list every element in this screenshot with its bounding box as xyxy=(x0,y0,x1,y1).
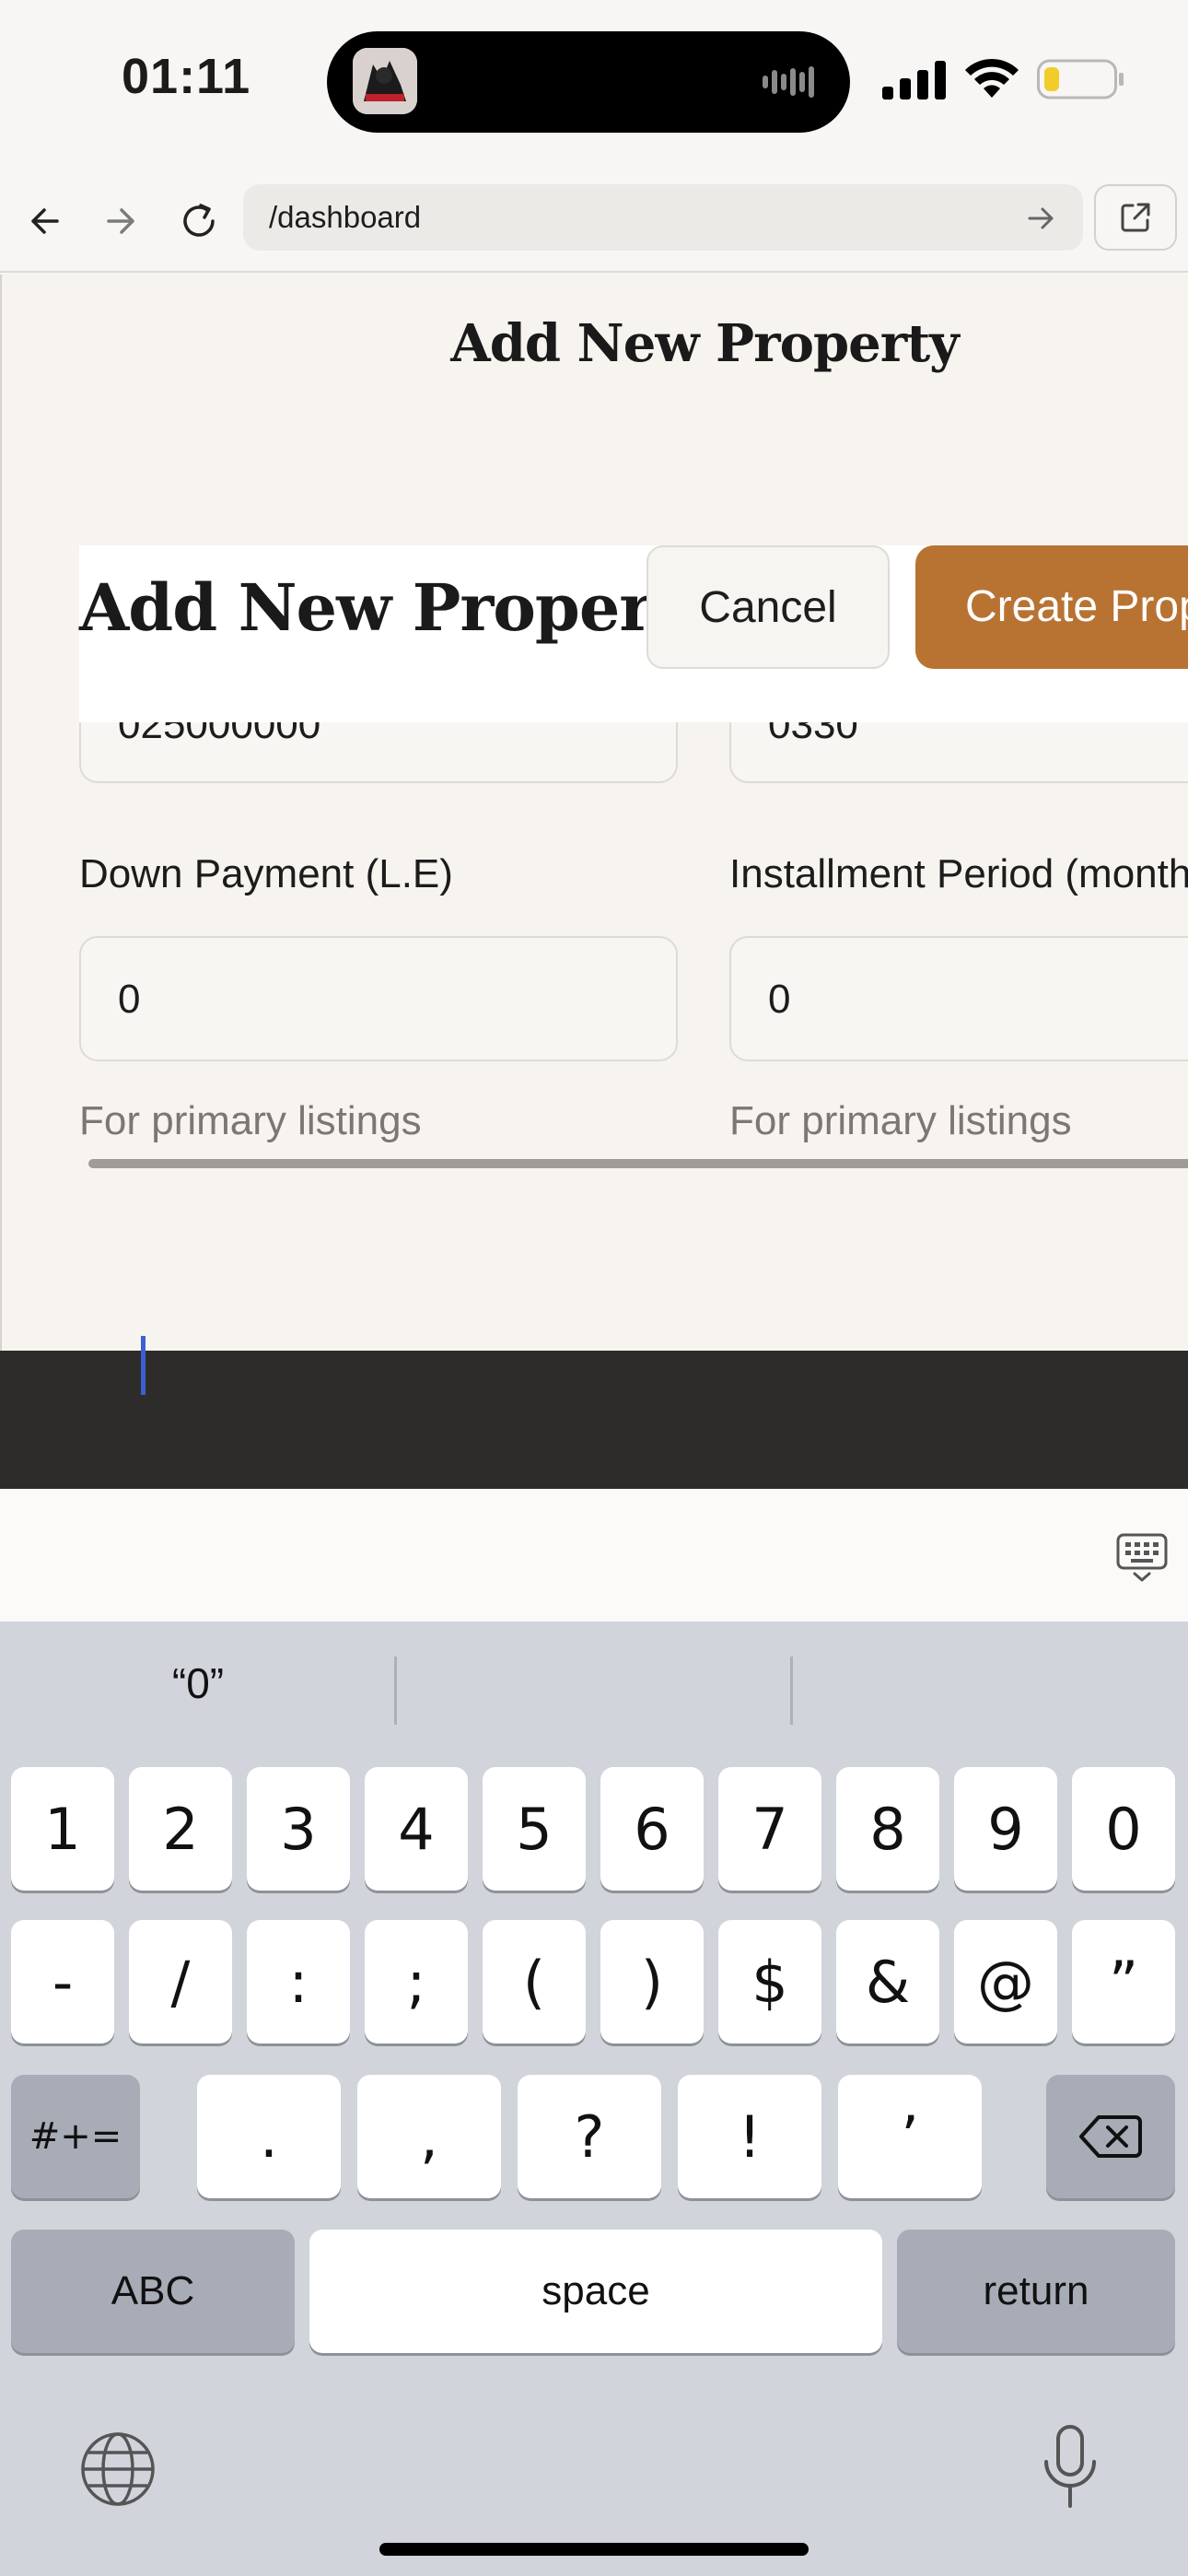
down-payment-input[interactable] xyxy=(79,936,678,1061)
create-property-button[interactable]: Create Property xyxy=(915,545,1188,669)
down-payment-value: 0 xyxy=(118,977,141,1022)
key-exclamation[interactable]: ! xyxy=(678,2075,821,2198)
space-key[interactable]: space xyxy=(309,2230,882,2353)
key-hyphen[interactable]: - xyxy=(11,1920,114,2043)
installment-period-label: Installment Period (months) xyxy=(729,851,1188,896)
globe-icon[interactable] xyxy=(77,2429,158,2510)
suggestion-divider xyxy=(790,1657,793,1725)
price-value: 025000000 xyxy=(118,722,578,744)
down-payment-helper: For primary listings xyxy=(79,1098,422,1143)
key-comma[interactable]: , xyxy=(357,2075,501,2198)
key-question[interactable]: ? xyxy=(518,2075,661,2198)
key-slash[interactable]: / xyxy=(129,1920,232,2043)
key-at[interactable]: @ xyxy=(954,1920,1057,2043)
key-colon[interactable]: : xyxy=(247,1920,350,2043)
page-content xyxy=(0,275,1188,1352)
keyboard-accessory-bar xyxy=(0,1489,1188,1622)
return-key[interactable]: return xyxy=(897,2230,1175,2353)
key-5[interactable]: 5 xyxy=(483,1767,586,1891)
open-external-button[interactable] xyxy=(1094,184,1177,251)
delete-key[interactable] xyxy=(1046,2075,1175,2198)
page-title: Add New Property xyxy=(450,313,959,374)
keyboard-dismiss-icon[interactable] xyxy=(1112,1528,1171,1587)
now-playing-app-icon xyxy=(353,48,417,114)
down-payment-label: Down Payment (L.E) xyxy=(79,851,453,896)
installment-period-value: 0 xyxy=(768,977,791,1022)
key-period[interactable]: . xyxy=(197,2075,341,2198)
back-arrow-icon[interactable] xyxy=(18,195,70,247)
open-external-icon xyxy=(1121,203,1150,232)
suggestion-divider xyxy=(394,1657,397,1725)
key-more-symbols[interactable]: #+= xyxy=(11,2075,140,2198)
price-value-clip: 025000000 xyxy=(118,722,578,744)
cellular-signal-icon xyxy=(882,61,946,100)
forward-arrow-icon[interactable] xyxy=(96,195,147,247)
key-8[interactable]: 8 xyxy=(836,1767,939,1891)
form-title: Add New Property xyxy=(79,569,718,646)
horizontal-scrollbar[interactable] xyxy=(88,1159,1188,1168)
status-time: 01:11 xyxy=(122,49,251,104)
predictive-suggestion[interactable]: “0” xyxy=(0,1658,396,1708)
reload-icon[interactable] xyxy=(173,195,225,247)
key-dollar[interactable]: $ xyxy=(718,1920,821,2043)
key-0[interactable]: 0 xyxy=(1072,1767,1175,1891)
text-caret xyxy=(141,1336,146,1395)
microphone-icon[interactable] xyxy=(1037,2423,1103,2512)
installment-period-helper: For primary listings xyxy=(729,1098,1072,1143)
key-6[interactable]: 6 xyxy=(600,1767,704,1891)
key-1[interactable]: 1 xyxy=(11,1767,114,1891)
key-2[interactable]: 2 xyxy=(129,1767,232,1891)
key-3[interactable]: 3 xyxy=(247,1767,350,1891)
key-4[interactable]: 4 xyxy=(365,1767,468,1891)
area-value: 0330 xyxy=(768,722,1136,744)
key-close-paren[interactable]: ) xyxy=(600,1920,704,2043)
address-bar-url: /dashboard xyxy=(269,200,422,234)
key-open-paren[interactable]: ( xyxy=(483,1920,586,2043)
key-ampersand[interactable]: & xyxy=(836,1920,939,2043)
audio-waveform-icon xyxy=(763,66,814,98)
key-apostrophe[interactable]: ’ xyxy=(838,2075,982,2198)
installment-period-input[interactable] xyxy=(729,936,1188,1061)
go-arrow-icon[interactable] xyxy=(1024,201,1059,236)
abc-key[interactable]: ABC xyxy=(11,2230,295,2353)
key-quote[interactable]: ” xyxy=(1072,1920,1175,2043)
page-footer-strip xyxy=(0,1351,1188,1489)
cancel-button[interactable]: Cancel xyxy=(646,545,890,669)
key-7[interactable]: 7 xyxy=(718,1767,821,1891)
key-9[interactable]: 9 xyxy=(954,1767,1057,1891)
battery-icon xyxy=(1037,59,1124,100)
key-semicolon[interactable]: ; xyxy=(365,1920,468,2043)
wifi-icon xyxy=(965,58,1019,98)
backspace-icon xyxy=(1079,2115,1142,2158)
area-value-clip: 0330 xyxy=(768,722,1136,744)
home-indicator xyxy=(379,2543,809,2556)
